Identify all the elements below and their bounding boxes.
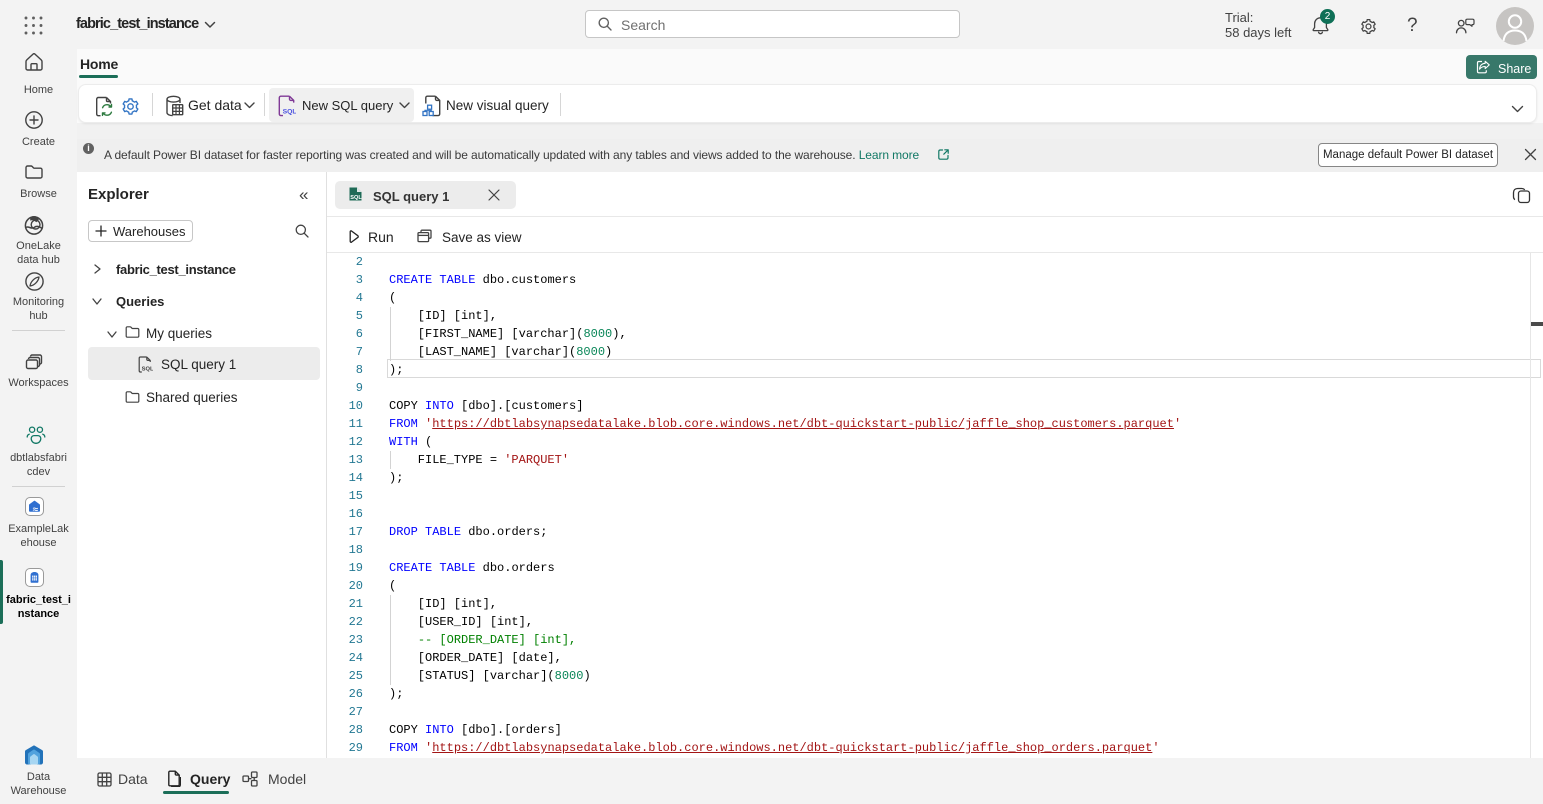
svg-text:SQL: SQL	[142, 367, 153, 373]
svg-text:SQL: SQL	[350, 195, 362, 201]
svg-text:SQL: SQL	[283, 108, 296, 115]
